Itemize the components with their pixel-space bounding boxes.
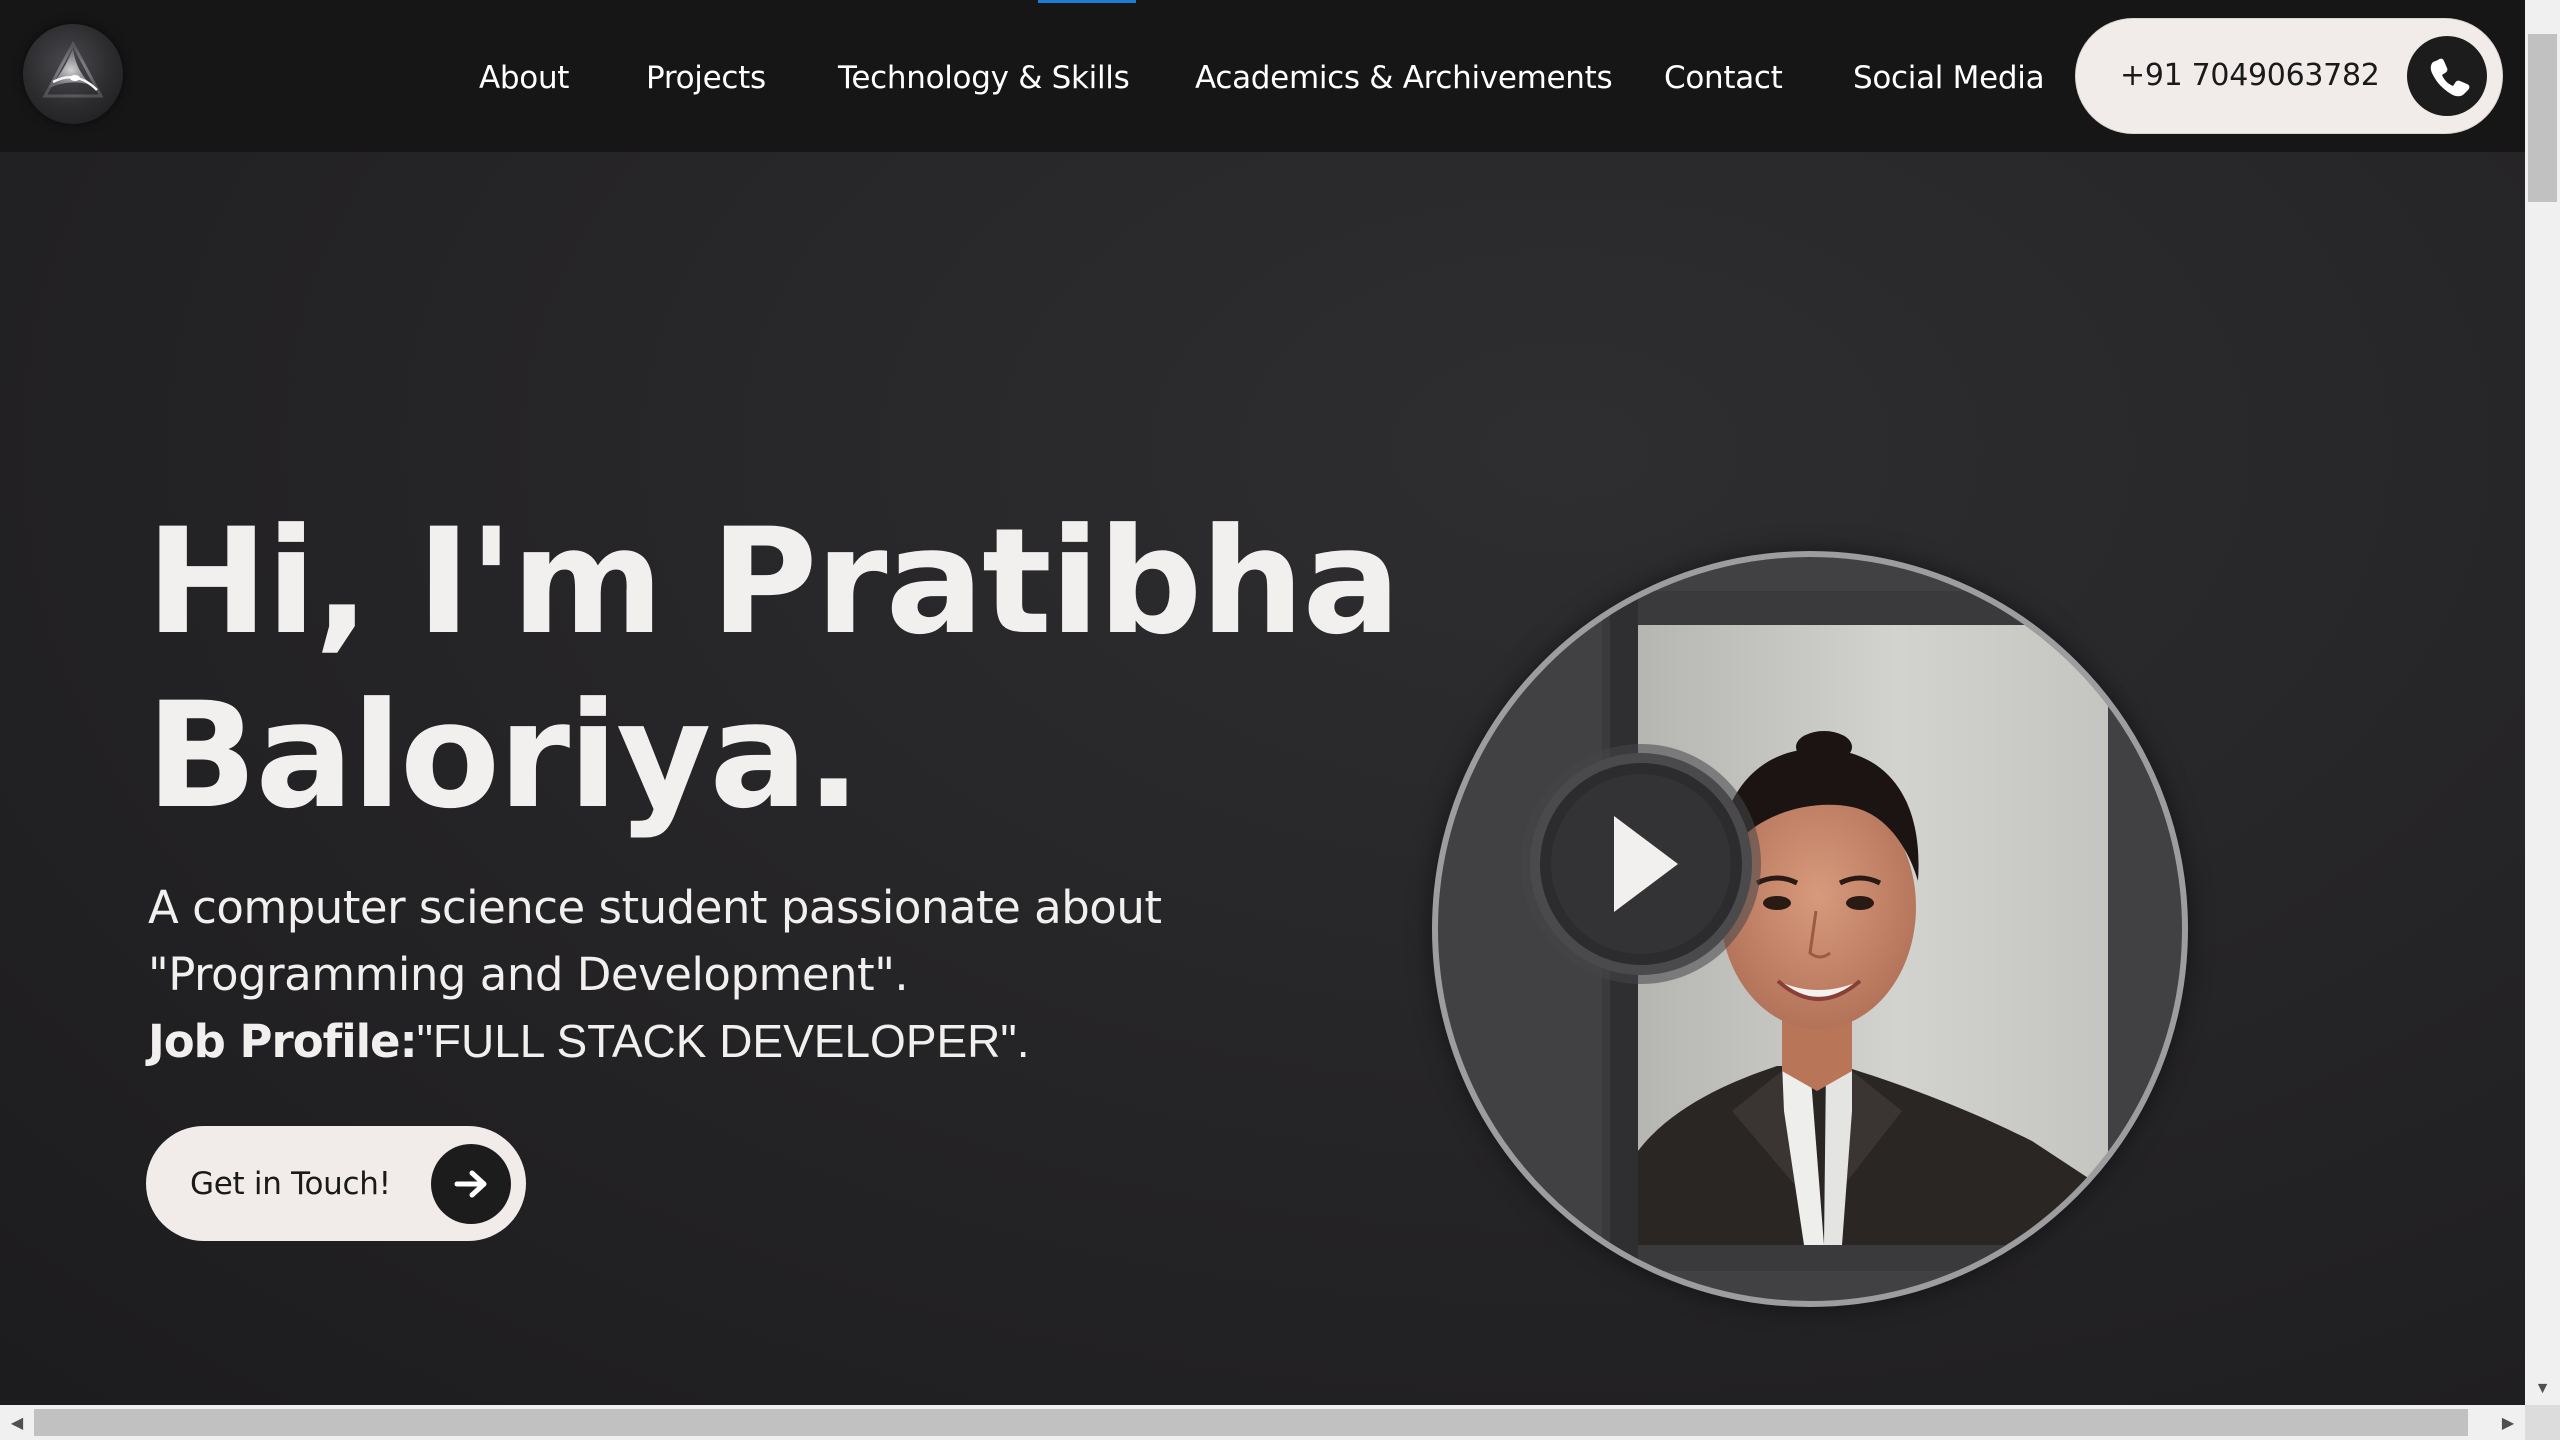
get-in-touch-button[interactable]: Get in Touch! [146, 1126, 526, 1241]
nav-social-media[interactable]: Social Media [1853, 56, 2045, 100]
job-profile-value: "FULL STACK DEVELOPER". [416, 1015, 1030, 1067]
phone-icon [2407, 36, 2487, 116]
get-in-touch-label: Get in Touch! [190, 1166, 391, 1202]
nav-about[interactable]: About [479, 56, 569, 100]
hero-title-line: Baloriya. [146, 671, 861, 841]
scroll-right-arrow-icon[interactable]: ▶ [2491, 1405, 2525, 1440]
description-line: "Programming and Development". [148, 948, 909, 1001]
play-icon [1521, 744, 1761, 984]
nav-technology-skills[interactable]: Technology & Skills [838, 56, 1130, 100]
description-line: A computer science student passionate ab… [148, 881, 1162, 934]
hero-description: A computer science student passionate ab… [148, 874, 1298, 1075]
scroll-down-arrow-icon[interactable]: ▼ [2525, 1372, 2560, 1405]
phone-button[interactable]: +91 7049063782 [2076, 19, 2502, 133]
horizontal-scrollbar-thumb[interactable] [34, 1409, 2468, 1436]
navbar: About Projects Technology & Skills Acade… [0, 0, 2525, 152]
nav-contact[interactable]: Contact [1664, 56, 1783, 100]
phone-number: +91 7049063782 [2120, 58, 2380, 93]
nav-academics-achievements[interactable]: Academics & Archivements [1195, 56, 1613, 100]
job-profile-label: Job Profile: [148, 1015, 418, 1068]
scroll-left-arrow-icon[interactable]: ◀ [0, 1405, 34, 1440]
vertical-scrollbar-thumb[interactable] [2528, 34, 2557, 202]
vertical-scrollbar[interactable] [2525, 0, 2560, 1405]
hero-title: Hi, I'm Pratibha Baloriya. [146, 495, 1401, 843]
hero-title-line: Hi, I'm Pratibha [146, 497, 1401, 667]
scrollbar-corner [2525, 1405, 2560, 1440]
arrow-right-icon [431, 1144, 511, 1224]
job-profile: Job Profile:"FULL STACK DEVELOPER". [148, 1008, 1298, 1075]
page: About Projects Technology & Skills Acade… [0, 0, 2525, 1405]
play-video-button[interactable] [1518, 741, 1764, 987]
nav-projects[interactable]: Projects [646, 56, 766, 100]
